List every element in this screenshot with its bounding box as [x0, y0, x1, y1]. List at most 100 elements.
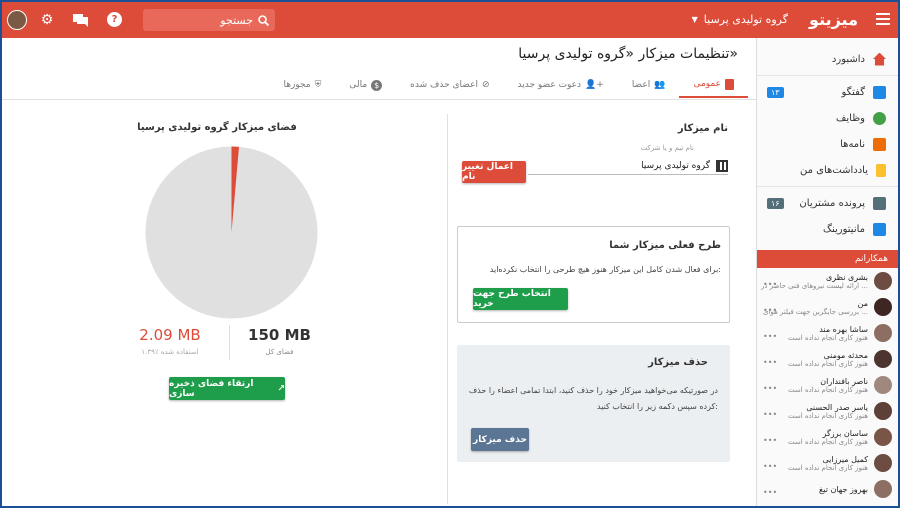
more-icon[interactable]: •••: [763, 462, 777, 471]
contact-item[interactable]: ••• بشری نظری ارائه لیست نیروهای فنی حاضر …: [757, 268, 898, 294]
delete-workspace-button[interactable]: حذف میزکار: [471, 428, 529, 451]
sidebar-item-label: داشبورد: [831, 53, 865, 65]
search-box[interactable]: جستجو: [143, 9, 275, 31]
total-value: 150 MB: [248, 326, 311, 344]
plan-text: برای فعال شدن کامل این میزکار هنوز هیچ ط…: [489, 265, 721, 274]
sidebar-item-label: نامه‌ها: [840, 138, 865, 150]
contact-avatar: [874, 272, 892, 290]
tab-removed-members[interactable]: اعضای حذف شده ⊘: [396, 72, 503, 98]
contact-status: هنوز کاری انجام نداده است: [788, 437, 868, 446]
apply-rename-button[interactable]: اعمال تغییر نام: [462, 161, 526, 183]
column-divider: [447, 114, 448, 504]
workspace-name-field[interactable]: گروه تولیدی پرسیا: [528, 157, 728, 175]
sidebar-item-dashboard[interactable]: داشبورد: [757, 46, 898, 72]
tab-members[interactable]: اعضا 👥: [618, 72, 680, 98]
contact-name: محدثه مومنی: [823, 350, 869, 360]
upgrade-label: ارتقاء فضای ذخیره سازی: [169, 378, 254, 399]
help-icon[interactable]: ?: [107, 12, 122, 27]
blocked-icon: ⊘: [481, 80, 490, 90]
mail-icon: [873, 137, 886, 151]
sidebar-item-customers[interactable]: ۱۶ پرونده مشتریان: [757, 190, 898, 216]
contact-avatar: [874, 324, 892, 342]
sidebar-item-monitoring[interactable]: مانیتورینگ: [757, 216, 898, 242]
menu-icon[interactable]: [876, 13, 890, 25]
sidebar-item-label: گفتگو: [841, 86, 865, 98]
org-name: گروه تولیدی پرسیا: [703, 13, 788, 26]
add-user-icon: 👤+: [585, 80, 604, 90]
task-icon: [873, 111, 886, 125]
tab-financial[interactable]: مالی $: [335, 72, 396, 98]
contact-status: هنوز کاری انجام نداده است: [788, 411, 868, 420]
sidebar-item-notes[interactable]: یادداشت‌های من: [757, 157, 898, 183]
contact-item[interactable]: ••• کمیل میرزایی هنوز کاری انجام نداده است: [757, 450, 898, 476]
current-plan-box: طرح فعلی میزکار شما برای فعال شدن کامل ا…: [457, 226, 730, 323]
tab-removed-label: اعضای حذف شده: [410, 80, 478, 90]
choose-plan-button[interactable]: انتخاب طرح جهت خرید: [473, 288, 568, 310]
contacts-list: ••• بشری نظری ارائه لیست نیروهای فنی حاضر …: [757, 268, 898, 502]
contact-item[interactable]: ••• یاسر صدر الحسنی هنوز کاری انجام نداده …: [757, 398, 898, 424]
contact-name: من: [857, 298, 868, 308]
messages-icon[interactable]: [72, 12, 88, 28]
plan-title: طرح فعلی میزکار شما: [609, 240, 721, 251]
contact-name: ناصر بافنداران: [820, 376, 868, 386]
total-stat: 150 MB فضای کل: [242, 326, 317, 356]
contact-item[interactable]: ••• ساشا بهره مند هنوز کاری انجام نداده اس…: [757, 320, 898, 346]
user-avatar[interactable]: [7, 10, 27, 30]
contact-item[interactable]: ••• ساسان برزگر هنوز کاری انجام نداده است: [757, 424, 898, 450]
settings-gear-icon[interactable]: ⚙: [39, 12, 55, 28]
upgrade-storage-button[interactable]: ارتقاء فضای ذخیره سازی ↗: [169, 377, 285, 400]
customer-icon: [873, 196, 886, 210]
more-icon[interactable]: •••: [763, 410, 777, 419]
contact-item[interactable]: ••• ناصر بافنداران هنوز کاری انجام نداده ا…: [757, 372, 898, 398]
sidebar-item-label: وظایف: [836, 112, 865, 124]
contact-item[interactable]: ••• بهروز جهان تیغ: [757, 476, 898, 502]
delete-workspace-box: حذف میزکار در صورتیکه می‌خواهید میزکار خ…: [457, 345, 730, 462]
contact-avatar: [874, 402, 892, 420]
sidebar-item-label: پرونده مشتریان: [799, 197, 865, 209]
workspace-name-value: گروه تولیدی پرسیا: [641, 160, 710, 171]
page-title: تنظیمات میزکار «گروه تولیدی پرسیا»: [518, 46, 738, 62]
contact-avatar: [874, 350, 892, 368]
chat-icon: [873, 85, 886, 99]
tab-permissions[interactable]: مجوزها ⛨: [269, 72, 335, 98]
workspace-name-title: نام میزکار: [677, 123, 728, 134]
customers-badge: ۱۶: [767, 197, 784, 209]
chevron-down-icon: ▼: [691, 15, 698, 24]
more-icon[interactable]: •••: [763, 280, 777, 289]
delete-text: در صورتیکه می‌خواهید میزکار خود را حذف ک…: [468, 386, 718, 411]
building-icon: [716, 159, 728, 172]
app-logo: میزیتو: [809, 10, 858, 29]
more-icon[interactable]: •••: [763, 332, 777, 341]
tab-invite-label: دعوت عضو جدید: [517, 80, 582, 90]
more-icon[interactable]: •••: [763, 306, 777, 315]
contact-item[interactable]: ••• من بررسی جایگزین جهت فیلتر هوای ...: [757, 294, 898, 320]
org-switcher[interactable]: ▼ گروه تولیدی پرسیا: [692, 13, 788, 26]
sidebar-item-label: مانیتورینگ: [823, 223, 865, 235]
sidebar-item-letters[interactable]: نامه‌ها: [757, 131, 898, 157]
more-icon[interactable]: •••: [763, 384, 777, 393]
tab-general-label: عمومی: [693, 79, 721, 89]
more-icon[interactable]: •••: [763, 358, 777, 367]
tab-permissions-label: مجوزها: [283, 80, 311, 90]
contact-status: بررسی جایگزین جهت فیلتر هوای ...: [762, 307, 868, 316]
app-window: ⚙ ? جستجو ▼ گروه تولیدی پرسیا میزیتو تنظ…: [0, 0, 900, 508]
tab-divider: [2, 99, 756, 100]
general-icon: [725, 78, 734, 90]
contact-item[interactable]: ••• محدثه مومنی هنوز کاری انجام نداده است: [757, 346, 898, 372]
contact-status: هنوز کاری انجام نداده است: [788, 359, 868, 368]
tab-general[interactable]: عمومی: [679, 72, 748, 98]
search-icon: [258, 14, 269, 26]
members-icon: 👥: [654, 80, 666, 90]
contact-avatar: [874, 454, 892, 472]
sidebar: داشبورد ۱۳ گفتگو وظایف نامه‌ها یادداشت‌ها…: [756, 38, 898, 506]
tab-invite[interactable]: دعوت عضو جدید 👤+: [504, 72, 618, 98]
stats-divider: [229, 325, 230, 360]
more-icon[interactable]: •••: [763, 488, 777, 497]
sidebar-item-chat[interactable]: ۱۳ گفتگو: [757, 79, 898, 105]
dollar-icon: $: [371, 79, 383, 91]
sidebar-item-tasks[interactable]: وظایف: [757, 105, 898, 131]
contact-avatar: [874, 376, 892, 394]
more-icon[interactable]: •••: [763, 436, 777, 445]
home-icon: [873, 52, 886, 66]
contact-status: هنوز کاری انجام نداده است: [788, 463, 868, 472]
